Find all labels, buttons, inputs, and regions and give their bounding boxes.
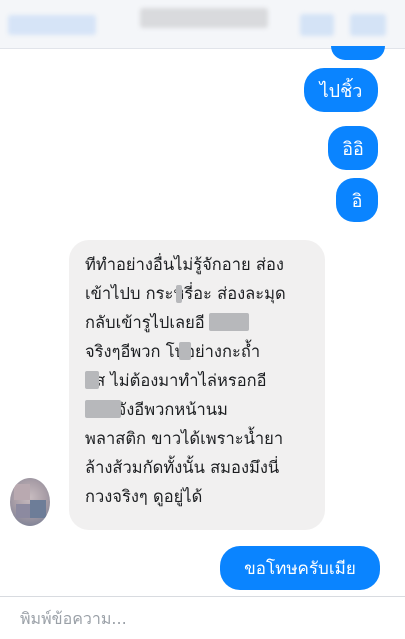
avatar-pixel [14,484,30,500]
video-call-icon-blurred[interactable] [350,14,386,36]
message-line: กวงจริงๆ ดูอยู่ได้ [85,487,203,506]
outgoing-message[interactable]: ไปชิ้ว [304,68,378,112]
outgoing-message[interactable]: ขอโทษครับเมีย [220,546,380,590]
message-text: อิอิ [342,138,364,160]
censor-block [85,400,121,418]
censor-block [179,342,191,360]
outgoing-message[interactable]: อิ [336,178,378,222]
message-input[interactable] [0,597,405,639]
message-line: พลาสติก ขาวได้เพราะน้ำยา [85,429,284,448]
chat-header [0,0,405,49]
avatar-pixel [30,500,46,518]
message-composer [0,596,405,639]
message-text: อิ [351,190,363,212]
previous-message-bubble [331,46,385,60]
avatar-pixel [16,504,30,518]
contact-name-blurred [140,8,268,28]
message-line: ล้างส้วมกัดทั้งนั้น สมองมึงนี่ [85,458,280,477]
incoming-message[interactable]: ทีทำอย่างอื่นไม่รู้จักอาย ส่อง เข้าไปบ ก… [69,240,325,530]
message-line: จริงๆอีพวก โบ๋อย่างกะถ้ำ [85,342,261,361]
back-button-blurred[interactable] [8,15,96,35]
message-line: ลัส ไม่ต้องมาทำไล่หรอกอี [85,371,267,390]
outgoing-message[interactable]: อิอิ [328,126,378,170]
message-text: ไปชิ้ว [319,80,363,102]
censor-block [209,313,249,331]
censor-block [85,371,99,389]
message-line: ชอบจังอีพวกหน้านม [85,400,228,419]
message-line: เข้าไปบ กระหรี่อะ ส่องละมุด [85,284,286,303]
censor-block [176,285,182,303]
message-line: ทีทำอย่างอื่นไม่รู้จักอาย ส่อง [85,255,284,274]
call-icon-blurred[interactable] [300,14,334,36]
avatar[interactable] [10,478,50,526]
message-line: กลับเข้ารูไปเลยอี ชอบ [85,308,311,337]
message-text: ขอโทษครับเมีย [244,558,356,579]
